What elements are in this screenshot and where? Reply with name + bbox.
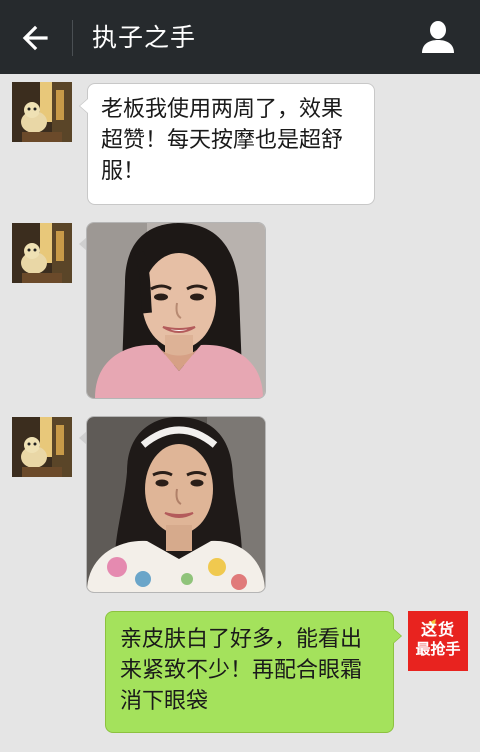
image-message[interactable] — [87, 223, 265, 398]
bubble-tail — [79, 431, 87, 445]
avatar-text-line1: 这货 — [420, 620, 455, 639]
contact-avatar[interactable] — [12, 417, 72, 477]
image-message[interactable] — [87, 417, 265, 592]
bubble-tail — [79, 98, 88, 114]
contact-avatar[interactable] — [12, 82, 72, 142]
back-button[interactable] — [14, 18, 58, 58]
contact-avatar[interactable] — [12, 223, 72, 283]
message-bubble-outgoing[interactable]: 亲皮肤白了好多，能看出来紧致不少！再配合眼霜消下眼袋 — [105, 611, 402, 733]
arrow-left-icon — [22, 25, 48, 51]
photo-woman-headband — [87, 417, 265, 592]
header-divider — [72, 20, 73, 56]
avatar-text-line2: 最抢手 — [415, 640, 461, 658]
message-text: 老板我使用两周了，效果超赞！每天按摩也是超舒服！ — [101, 97, 344, 184]
top-bar: 执子之手 — [0, 0, 480, 74]
message-text: 亲皮肤白了好多，能看出来紧致不少！再配合眼霜消下眼袋 — [120, 627, 363, 714]
chat-info-button[interactable] — [416, 17, 460, 59]
bubble-tail — [393, 628, 402, 644]
person-icon — [422, 21, 454, 53]
chat-title: 执子之手 — [92, 23, 197, 52]
self-avatar[interactable]: 这货 最抢手 — [408, 611, 468, 671]
photo-woman-pink-top — [87, 223, 265, 398]
bubble-tail — [79, 237, 87, 251]
message-bubble-incoming[interactable]: 老板我使用两周了，效果超赞！每天按摩也是超舒服！ — [79, 83, 375, 205]
